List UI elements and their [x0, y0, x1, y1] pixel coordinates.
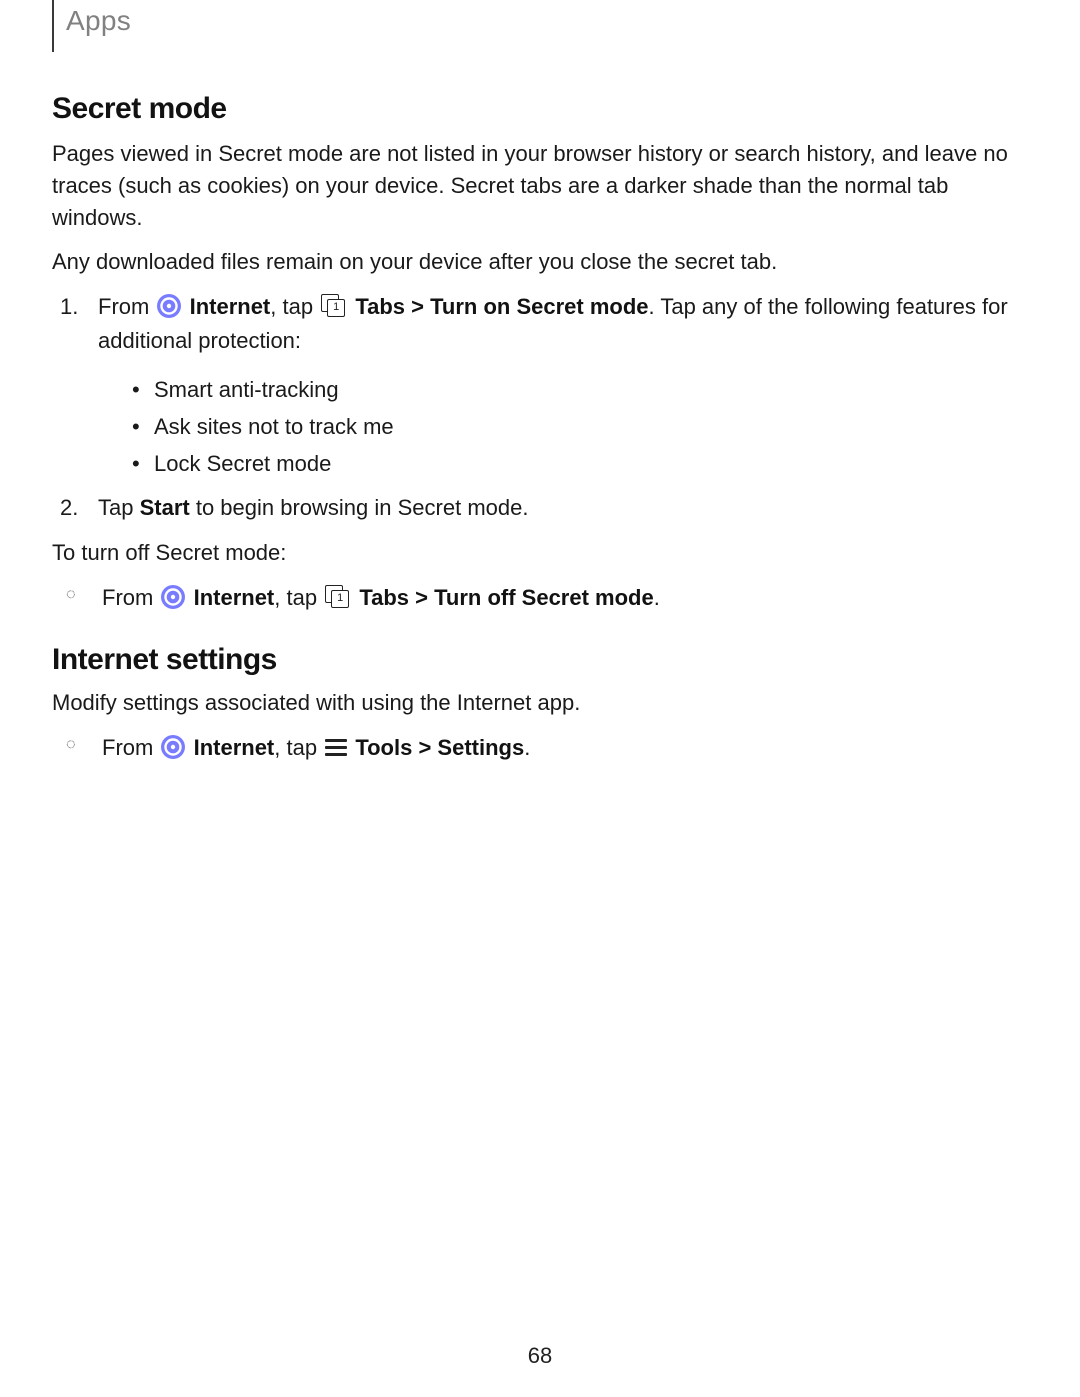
page: Apps Secret mode Pages viewed in Secret … — [0, 0, 1080, 1397]
page-number: 68 — [0, 1343, 1080, 1369]
list-item-2: 2. Tap Start to begin browsing in Secret… — [98, 491, 1028, 525]
text-fragment: Lock Secret mode — [154, 451, 331, 476]
list-item-1: 1. From Internet, tap 1 Tabs > Turn on S… — [98, 290, 1028, 358]
internet-icon — [161, 585, 185, 609]
bullet-icon: • — [132, 372, 140, 407]
tabs-icon-badge: 1 — [331, 590, 349, 608]
text-fragment: Ask sites not to track me — [154, 414, 394, 439]
text-fragment: . — [524, 735, 530, 760]
app-name: Internet — [194, 585, 275, 610]
text-fragment: , tap — [274, 585, 323, 610]
bullet-icon: • — [132, 446, 140, 481]
text-fragment: , tap — [270, 294, 319, 319]
header-section-label: Apps — [66, 5, 131, 37]
paragraph: Modify settings associated with using th… — [52, 687, 1028, 719]
nav-path: Tools > Settings — [355, 735, 524, 760]
list-item: • Ask sites not to track me — [154, 409, 1028, 444]
list-item: ◌ From Internet, tap 1 Tabs > Turn off S… — [102, 581, 1028, 615]
text-fragment: Smart anti-tracking — [154, 377, 339, 402]
bullet-list: • Smart anti-tracking • Ask sites not to… — [52, 372, 1028, 482]
nav-path: Tabs > Turn off Secret mode — [359, 585, 653, 610]
ordered-list: 1. From Internet, tap 1 Tabs > Turn on S… — [52, 290, 1028, 370]
text-fragment: . — [654, 585, 660, 610]
circle-list: ◌ From Internet, tap Tools > Settings. — [52, 731, 1028, 765]
ordered-list: 2. Tap Start to begin browsing in Secret… — [52, 491, 1028, 525]
circle-list: ◌ From Internet, tap 1 Tabs > Turn off S… — [52, 581, 1028, 615]
list-marker: 1. — [60, 290, 78, 324]
internet-icon — [157, 294, 181, 318]
text-fragment: , tap — [274, 735, 323, 760]
list-item: ◌ From Internet, tap Tools > Settings. — [102, 731, 1028, 765]
action-name: Start — [140, 495, 190, 520]
text-fragment: to begin browsing in Secret mode. — [190, 495, 529, 520]
menu-icon — [325, 739, 347, 757]
list-item: • Smart anti-tracking — [154, 372, 1028, 407]
tabs-icon-badge: 1 — [327, 299, 345, 317]
paragraph: Pages viewed in Secret mode are not list… — [52, 138, 1028, 234]
text-fragment: From — [98, 294, 155, 319]
app-name: Internet — [190, 294, 271, 319]
tabs-icon: 1 — [325, 585, 351, 609]
text-fragment: From — [102, 585, 159, 610]
nav-path: Tabs > Turn on Secret mode — [355, 294, 648, 319]
internet-icon — [161, 735, 185, 759]
circle-bullet-icon: ◌ — [66, 733, 76, 758]
text-fragment: Tap — [98, 495, 140, 520]
heading-secret-mode: Secret mode — [52, 92, 1028, 126]
text-fragment: From — [102, 735, 159, 760]
app-name: Internet — [194, 735, 275, 760]
tabs-icon: 1 — [321, 294, 347, 318]
heading-internet-settings: Internet settings — [52, 643, 1028, 677]
bullet-icon: • — [132, 409, 140, 444]
paragraph: Any downloaded files remain on your devi… — [52, 246, 1028, 278]
header: Apps — [52, 0, 1028, 52]
circle-bullet-icon: ◌ — [66, 583, 76, 608]
header-rule — [52, 0, 54, 52]
list-item: • Lock Secret mode — [154, 446, 1028, 481]
paragraph: To turn off Secret mode: — [52, 537, 1028, 569]
list-marker: 2. — [60, 491, 78, 525]
